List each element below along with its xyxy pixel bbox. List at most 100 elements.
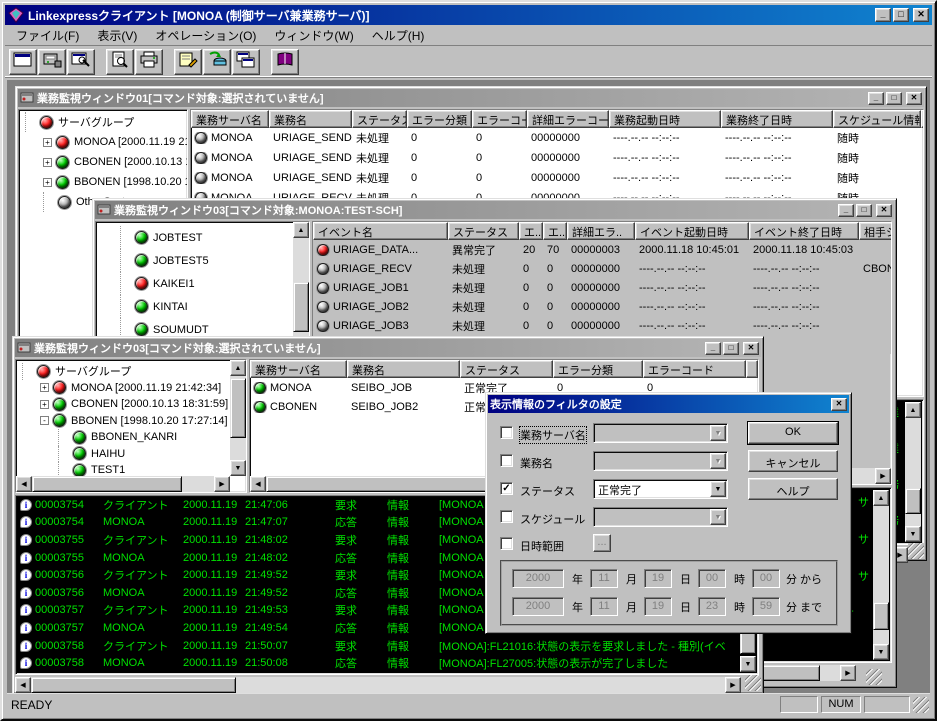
column-header[interactable]: 詳細エラーコード — [527, 110, 609, 128]
table-row[interactable]: MONOAURIAGE_SEND2未処理0000000000----.--.--… — [191, 168, 923, 188]
tree-item-サーバグループ[interactable]: サーバグループ — [18, 363, 246, 380]
close-icon[interactable]: ✕ — [913, 8, 929, 22]
scroll-down-icon[interactable]: ▼ — [905, 526, 921, 542]
tree-item-kintai[interactable]: KINTAI — [98, 295, 309, 318]
ok-button[interactable]: OK — [748, 422, 838, 444]
column-header[interactable]: 業務起動日時 — [609, 110, 721, 128]
server-connect-button[interactable] — [38, 49, 66, 75]
tree-item-haihu[interactable]: HAIHU — [18, 446, 246, 463]
collapse-icon[interactable]: - — [40, 416, 49, 425]
dialog-close-icon[interactable]: ✕ — [831, 398, 847, 411]
column-header[interactable]: イベント起動日時 — [635, 222, 749, 240]
scroll-down-icon[interactable]: ▼ — [230, 460, 246, 476]
app-titlebar[interactable]: Linkexpressクライアント [MONOA (制御サーバ兼業務サーバ)] … — [5, 5, 932, 25]
expand-icon[interactable]: + — [43, 178, 52, 187]
win1-resize-grip[interactable] — [908, 543, 924, 559]
chevron-down-icon[interactable]: ▼ — [710, 509, 726, 525]
filter-schedule-checkbox[interactable] — [500, 510, 513, 523]
from-year-field[interactable]: 2000 — [512, 569, 564, 588]
win1-minimize-icon[interactable]: _ — [868, 92, 884, 105]
menu-item-4[interactable]: ヘルプ(H) — [363, 25, 434, 46]
column-header[interactable]: 業務名 — [269, 110, 352, 128]
scroll-down-icon[interactable]: ▼ — [873, 644, 889, 660]
filter-server-checkbox[interactable] — [500, 426, 513, 439]
win1-titlebar[interactable]: 業務監視ウィンドウ01[コマンド対象:選択されていません] _ □ ✕ — [18, 89, 924, 107]
filter-status-checkbox[interactable]: ✓ — [500, 482, 513, 495]
tree-item-jobtest[interactable]: JOBTEST — [98, 226, 309, 249]
column-header[interactable]: イベント終了日時 — [749, 222, 859, 240]
tree-item-monoa[interactable]: +MONOA [2000.11.19 21:42:34] — [18, 380, 246, 397]
datetime-more-button[interactable]: ... — [593, 534, 611, 552]
expand-icon[interactable]: + — [43, 158, 52, 167]
win2-close-icon[interactable]: ✕ — [876, 204, 892, 217]
to-month-field[interactable]: 11 — [590, 597, 618, 616]
scroll-right-icon[interactable]: ▶ — [725, 677, 741, 693]
win3-close-icon[interactable]: ✕ — [743, 342, 759, 355]
from-month-field[interactable]: 11 — [590, 569, 618, 588]
filter-settings-dialog[interactable]: 表示情報のフィルタの設定 ✕ 業務サーバ名 ▼ OK 業務名 ▼ キャンセル ✓… — [485, 392, 852, 634]
scroll-thumb[interactable] — [32, 476, 182, 492]
tree-item-bbonen[interactable]: +BBONEN [1998.10.20 17:27:14] — [21, 172, 187, 192]
refresh-data-button[interactable] — [203, 49, 231, 75]
win3-tree-vscrollbar[interactable]: ▲ ▼ — [230, 360, 246, 476]
tree-item-cbonen[interactable]: +CBONEN [2000.10.13 18:31:59] — [18, 396, 246, 413]
expand-icon[interactable]: + — [40, 400, 49, 409]
filter-jobname-combobox[interactable]: ▼ — [593, 451, 728, 471]
win2-maximize-icon[interactable]: □ — [856, 204, 872, 217]
win3-log-vscrollbar[interactable]: ▼ — [740, 628, 756, 672]
column-header[interactable]: スケジュール情報 — [833, 110, 921, 128]
column-header[interactable]: 業務サーバ名 — [250, 360, 347, 378]
log-row[interactable]: i00003758クライアント2000.11.1921:50:07要求情報[MO… — [16, 637, 758, 655]
cancel-button[interactable]: キャンセル — [748, 450, 838, 472]
scroll-down-icon[interactable]: ▼ — [740, 656, 756, 672]
chevron-down-icon[interactable]: ▼ — [710, 481, 726, 497]
win3-minimize-icon[interactable]: _ — [705, 342, 721, 355]
tree-item-サーバグループ[interactable]: サーバグループ — [21, 112, 187, 132]
scroll-up-icon[interactable]: ▲ — [905, 402, 921, 418]
table-row[interactable]: MONOAURIAGE_SENDX未処理0000000000----.--.--… — [191, 148, 923, 168]
win3-titlebar[interactable]: 業務監視ウィンドウ03[コマンド対象:選択されていません] _ □ ✕ — [15, 339, 761, 357]
menu-item-0[interactable]: ファイル(F) — [7, 25, 88, 46]
win3-resize-grip[interactable] — [745, 675, 761, 691]
filter-schedule-combobox[interactable]: ▼ — [593, 507, 728, 527]
table-row[interactable]: URIAGE_JOB1未処理0000000000----.--.-- --:--… — [313, 278, 891, 297]
scroll-left-icon[interactable]: ◀ — [250, 476, 266, 492]
column-header[interactable]: エ.. — [543, 222, 567, 240]
scroll-right-icon[interactable]: ▶ — [214, 476, 230, 492]
tree-item-kaikei1[interactable]: KAIKEI1 — [98, 272, 309, 295]
minimize-icon[interactable]: _ — [875, 8, 891, 22]
win2-log-vscrollbar[interactable]: ▲ ▼ — [873, 490, 889, 660]
column-header[interactable]: エラー分類 — [407, 110, 472, 128]
scroll-thumb[interactable] — [873, 602, 889, 630]
scroll-thumb[interactable] — [31, 677, 236, 693]
dialog-titlebar[interactable]: 表示情報のフィルタの設定 ✕ — [488, 395, 849, 413]
to-hour-field[interactable]: 23 — [698, 597, 726, 616]
log-row[interactable]: i00003758MONOA2000.11.1921:50:08応答情報[MON… — [16, 654, 758, 672]
tree-item-monoa[interactable]: +MONOA [2000.11.19 21:42:34] — [21, 132, 187, 152]
app-resize-grip[interactable] — [913, 697, 929, 713]
column-header[interactable]: 詳細エラ.. — [567, 222, 635, 240]
scroll-thumb[interactable] — [230, 378, 246, 438]
table-row[interactable]: URIAGE_DATA...異常完了2070000000032000.11.18… — [313, 240, 891, 259]
print-preview-button[interactable] — [106, 49, 134, 75]
scroll-right-icon[interactable]: ▶ — [840, 665, 856, 681]
to-year-field[interactable]: 2000 — [512, 597, 564, 616]
win3-tree-hscrollbar[interactable]: ◀ ▶ — [16, 476, 230, 492]
print-button[interactable] — [135, 49, 163, 75]
win2-titlebar[interactable]: 業務監視ウィンドウ03[コマンド対象:MONOA:TEST-SCH] _ □ ✕ — [95, 201, 894, 219]
from-min-field[interactable]: 00 — [752, 569, 780, 588]
expand-icon[interactable]: + — [43, 138, 52, 147]
win1-close-icon[interactable]: ✕ — [906, 92, 922, 105]
scroll-up-icon[interactable]: ▲ — [293, 222, 309, 238]
tree-item-bbonen[interactable]: -BBONEN [1998.10.20 17:27:14] — [18, 413, 246, 430]
column-header[interactable]: ステータス — [448, 222, 519, 240]
column-header[interactable]: エ.. — [519, 222, 543, 240]
from-hour-field[interactable]: 00 — [698, 569, 726, 588]
to-min-field[interactable]: 59 — [752, 597, 780, 616]
filter-server-combobox[interactable]: ▼ — [593, 423, 728, 443]
win3-maximize-icon[interactable]: □ — [723, 342, 739, 355]
to-day-field[interactable]: 19 — [644, 597, 672, 616]
filter-status-combobox[interactable]: 正常完了 ▼ — [593, 479, 728, 499]
expand-icon[interactable]: + — [40, 383, 49, 392]
operation-note-button[interactable] — [174, 49, 202, 75]
